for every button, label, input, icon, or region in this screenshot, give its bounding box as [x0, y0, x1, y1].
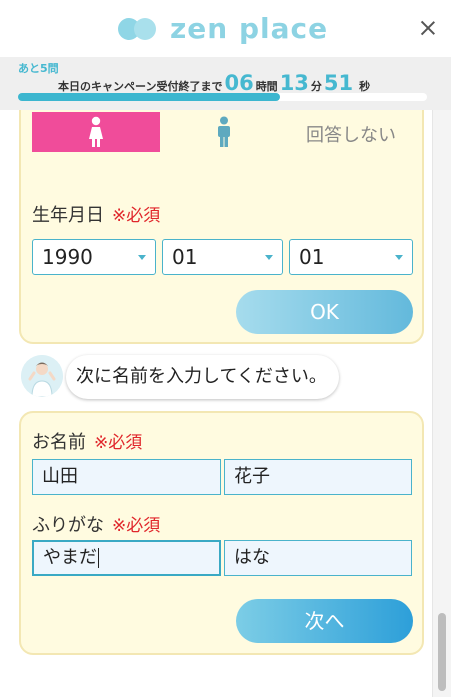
- gender-female-option[interactable]: [32, 112, 160, 152]
- birth-month-value: 01: [172, 245, 198, 269]
- profile-card: 回答しない 生年月日 ※必須 1990 01 01 OK: [19, 110, 424, 344]
- countdown-prefix: 本日のキャンペーン受付終了まで: [58, 80, 223, 93]
- birth-year-value: 1990: [42, 245, 93, 269]
- remaining-questions: あと5問: [18, 62, 59, 75]
- countdown-minutes: 13: [279, 71, 309, 95]
- logo: zen place: [118, 10, 328, 46]
- countdown-minutes-unit: 分: [310, 80, 322, 93]
- countdown-hours: 06: [224, 71, 254, 95]
- name-required: ※必須: [94, 433, 143, 453]
- male-icon: [217, 116, 230, 147]
- chat-content: 回答しない 生年月日 ※必須 1990 01 01 OK 次に名前を入力してくださ…: [0, 110, 432, 697]
- first-kana-input[interactable]: はな: [224, 540, 412, 576]
- logo-mark-icon: [118, 16, 158, 40]
- campaign-banner: あと5問 本日のキャンペーン受付終了まで 06 時間 13 分 51 秒: [0, 57, 451, 110]
- scrollbar-thumb[interactable]: [438, 613, 446, 691]
- countdown-seconds-unit: 秒: [359, 80, 371, 93]
- countdown-hours-unit: 時間: [255, 80, 278, 93]
- last-name-input[interactable]: 山田: [32, 459, 221, 495]
- chevron-down-icon: [395, 255, 403, 260]
- countdown-seconds: 51: [323, 71, 354, 95]
- next-button[interactable]: 次へ: [236, 599, 413, 643]
- first-name-input[interactable]: 花子: [224, 459, 412, 495]
- chat-message-bubble: 次に名前を入力してください。: [66, 355, 339, 399]
- chevron-down-icon: [138, 255, 146, 260]
- kana-label: ふりがな ※必須: [32, 511, 160, 537]
- birthdate-label-text: 生年月日: [32, 205, 104, 226]
- countdown: 本日のキャンペーン受付終了まで 06 時間 13 分 51 秒: [58, 71, 370, 95]
- name-label: お名前 ※必須: [32, 428, 142, 454]
- chevron-down-icon: [265, 255, 273, 260]
- progress-bar: [18, 93, 427, 101]
- last-kana-value: やまだ: [43, 547, 97, 568]
- birthdate-label: 生年月日 ※必須: [32, 201, 160, 227]
- name-form-card: お名前 ※必須 山田 花子 ふりがな ※必須 やまだ はな 次へ: [19, 411, 424, 655]
- birth-day-select[interactable]: 01: [289, 239, 413, 275]
- kana-required: ※必須: [112, 516, 161, 536]
- name-label-text: お名前: [32, 432, 86, 453]
- female-icon: [89, 116, 103, 147]
- last-kana-input[interactable]: やまだ: [32, 540, 221, 576]
- close-icon[interactable]: [418, 18, 438, 38]
- instructor-avatar-icon: [21, 355, 63, 397]
- gender-male-option[interactable]: [161, 112, 286, 152]
- app-header: zen place: [0, 0, 451, 57]
- birth-day-value: 01: [299, 245, 325, 269]
- text-cursor: [98, 548, 99, 568]
- birthdate-required: ※必須: [112, 206, 161, 226]
- gender-none-option[interactable]: 回答しない: [301, 122, 401, 150]
- kana-label-text: ふりがな: [32, 515, 104, 536]
- birth-month-select[interactable]: 01: [162, 239, 283, 275]
- ok-button[interactable]: OK: [236, 290, 413, 334]
- logo-text: zen place: [170, 11, 329, 45]
- progress-fill: [18, 93, 280, 101]
- avatar: [21, 355, 63, 397]
- scrollbar[interactable]: [432, 110, 451, 697]
- birth-year-select[interactable]: 1990: [32, 239, 156, 275]
